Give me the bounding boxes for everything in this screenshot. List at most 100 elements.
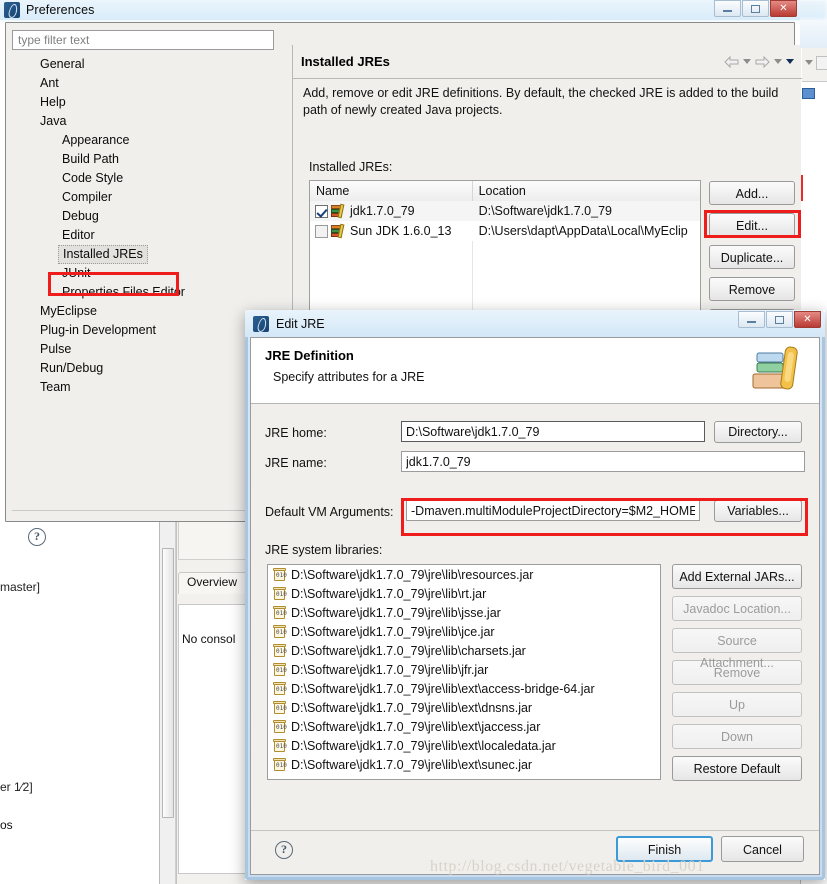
jre-name-input[interactable] (401, 451, 805, 472)
jar-icon: 010 (273, 700, 287, 715)
sidebar-item-plug-in-development[interactable]: Plug-in Development (12, 321, 274, 340)
dialog-title: Edit JRE (276, 316, 325, 331)
library-path: D:\Software\jdk1.7.0_79\jre\lib\resource… (291, 567, 534, 582)
sidebar-item-general[interactable]: General (12, 55, 274, 74)
jre-system-libraries-label: JRE system libraries: (265, 543, 383, 557)
list-item[interactable]: 010 D:\Software\jdk1.7.0_79\jre\lib\jsse.… (268, 603, 660, 622)
dialog-help-button[interactable]: ? (275, 841, 293, 859)
list-item[interactable]: 010 D:\Software\jdk1.7.0_79\jre\lib\ext\d… (268, 698, 660, 717)
jre-libraries-list[interactable]: 010 D:\Software\jdk1.7.0_79\jre\lib\resou… (267, 564, 661, 780)
sidebar-item-ant[interactable]: Ant (12, 74, 274, 93)
up-button[interactable]: Up (672, 692, 802, 717)
back-dropdown-icon[interactable] (743, 59, 751, 64)
jre-home-input[interactable] (401, 421, 705, 442)
edit-button[interactable]: Edit... (709, 213, 795, 237)
add-external-jars-button[interactable]: Add External JARs... (672, 564, 802, 589)
sidebar-item-junit[interactable]: JUnit (12, 264, 274, 283)
sidebar-item-label: Editor (62, 228, 95, 242)
dialog-close-button[interactable]: ✕ (794, 311, 821, 328)
finish-button[interactable]: Finish (616, 836, 713, 862)
sidebar-item-label: Appearance (62, 133, 130, 147)
table-row[interactable]: Sun JDK 1.6.0_13 D:\Users\dapt\AppData\Lo… (310, 221, 700, 241)
remove-button[interactable]: Remove (709, 277, 795, 301)
list-item[interactable]: 010 D:\Software\jdk1.7.0_79\jre\lib\ext\a… (268, 679, 660, 698)
javadoc-location-button[interactable]: Javadoc Location... (672, 596, 802, 621)
forward-arrow-icon[interactable] (755, 55, 770, 68)
sidebar-item-compiler[interactable]: Compiler (12, 188, 274, 207)
add-button[interactable]: Add... (709, 181, 795, 205)
library-path: D:\Software\jdk1.7.0_79\jre\lib\jsse.jar (291, 605, 501, 620)
list-item[interactable]: 010 D:\Software\jdk1.7.0_79\jre\lib\jce.j… (268, 622, 660, 641)
sidebar-item-editor[interactable]: Editor (12, 226, 274, 245)
duplicate-button[interactable]: Duplicate... (709, 245, 795, 269)
minimize-icon (723, 10, 732, 12)
page-nav (724, 55, 794, 68)
maximize-icon (775, 315, 784, 324)
sidebar-item-label: Team (40, 380, 71, 394)
sidebar-item-pulse[interactable]: Pulse (12, 340, 274, 359)
eclipse-icon (253, 315, 269, 332)
table-row[interactable]: jdk1.7.0_79 D:\Software\jdk1.7.0_79 (310, 201, 700, 221)
column-header-name[interactable]: Name (310, 181, 473, 201)
jre-name-cell[interactable]: Sun JDK 1.6.0_13 (310, 223, 473, 238)
sidebar-item-java[interactable]: Java (12, 112, 274, 131)
panel-icon[interactable] (816, 56, 827, 70)
library-path: D:\Software\jdk1.7.0_79\jre\lib\jfr.jar (291, 662, 489, 677)
jar-icon: 010 (273, 567, 287, 582)
sidebar-item-code-style[interactable]: Code Style (12, 169, 274, 188)
menu-dropdown-icon[interactable] (786, 59, 794, 64)
dialog-maximize-button[interactable] (766, 311, 793, 328)
down-button[interactable]: Down (672, 724, 802, 749)
restore-default-button[interactable]: Restore Default (672, 756, 802, 781)
preferences-tree[interactable]: General Ant Help Java Appearance Build Path Co… (12, 55, 274, 495)
variables-button[interactable]: Variables... (714, 500, 802, 522)
remove-button[interactable]: Remove (672, 660, 802, 685)
background-scrollbar-thumb[interactable] (162, 548, 174, 818)
sidebar-item-help[interactable]: Help (12, 93, 274, 112)
list-item[interactable]: 010 D:\Software\jdk1.7.0_79\jre\lib\chars… (268, 641, 660, 660)
directory-button[interactable]: Directory... (714, 421, 802, 443)
question-mark-icon: ? (28, 528, 46, 546)
preferences-help-button[interactable]: ? (28, 528, 46, 546)
sidebar-item-label: Ant (40, 76, 59, 90)
vm-arguments-label: Default VM Arguments: (265, 505, 394, 519)
list-item[interactable]: 010 D:\Software\jdk1.7.0_79\jre\lib\ext\j… (268, 717, 660, 736)
sidebar-item-appearance[interactable]: Appearance (12, 131, 274, 150)
background-right-toolstrip (802, 48, 827, 82)
chevron-down-icon[interactable] (805, 60, 813, 65)
jre-libraries-rows[interactable]: 010 D:\Software\jdk1.7.0_79\jre\lib\resou… (268, 565, 660, 774)
source-attachment-button[interactable]: Source Attachment... (672, 628, 802, 670)
dialog-window-buttons: ✕ (738, 311, 821, 328)
sidebar-item-debug[interactable]: Debug (12, 207, 274, 226)
list-item[interactable]: 010 D:\Software\jdk1.7.0_79\jre\lib\jfr.j… (268, 660, 660, 679)
list-item[interactable]: 010 D:\Software\jdk1.7.0_79\jre\lib\resou… (268, 565, 660, 584)
list-item[interactable]: 010 D:\Software\jdk1.7.0_79\jre\lib\ext\s… (268, 755, 660, 774)
banner-subtitle: Specify attributes for a JRE (273, 370, 425, 384)
sidebar-item-build-path[interactable]: Build Path (12, 150, 274, 169)
sidebar-item-label: MyEclipse (40, 304, 97, 318)
jre-checkbox[interactable] (315, 224, 328, 238)
dialog-minimize-button[interactable] (738, 311, 765, 328)
jre-checkbox[interactable] (315, 204, 328, 218)
forward-dropdown-icon[interactable] (774, 59, 782, 64)
list-item[interactable]: 010 D:\Software\jdk1.7.0_79\jre\lib\rt.ja… (268, 584, 660, 603)
close-button[interactable]: ✕ (770, 0, 797, 17)
vm-arguments-input[interactable] (406, 500, 700, 521)
maximize-button[interactable] (742, 0, 769, 17)
back-arrow-icon[interactable] (724, 55, 739, 68)
dialog-footer-separator (251, 830, 819, 831)
list-item[interactable]: 010 D:\Software\jdk1.7.0_79\jre\lib\ext\l… (268, 736, 660, 755)
page-description: Add, remove or edit JRE definitions. By … (303, 86, 779, 117)
minimize-button[interactable] (714, 0, 741, 17)
sidebar-item-myeclipse[interactable]: MyEclipse (12, 302, 274, 321)
sidebar-item-team[interactable]: Team (12, 378, 274, 397)
sidebar-item-run-debug[interactable]: Run/Debug (12, 359, 274, 378)
column-header-location[interactable]: Location (472, 181, 700, 201)
filter-input[interactable] (12, 30, 274, 50)
background-console-text: No consol (182, 632, 236, 646)
jre-name-cell[interactable]: jdk1.7.0_79 (310, 203, 473, 218)
cancel-button[interactable]: Cancel (721, 836, 804, 862)
sidebar-item-properties-files-editor[interactable]: Properties Files Editor (12, 283, 274, 302)
sidebar-item-label: Build Path (62, 152, 119, 166)
sidebar-item-installed-jres[interactable]: Installed JREs (12, 245, 274, 264)
